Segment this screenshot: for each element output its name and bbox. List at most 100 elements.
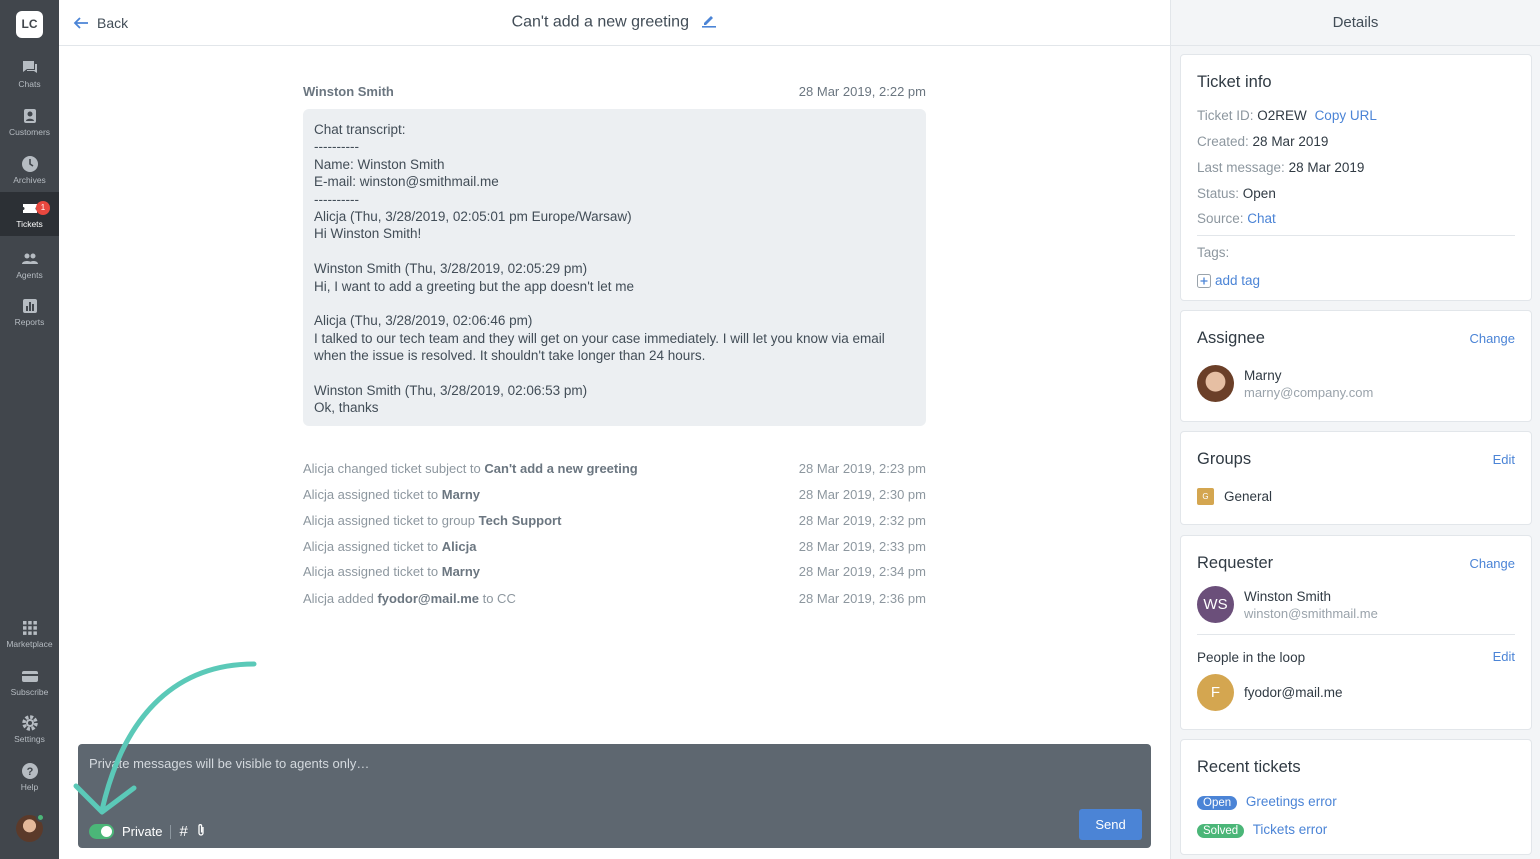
ticket-info-heading: Ticket info (1197, 73, 1272, 91)
change-requester-link[interactable]: Change (1469, 556, 1515, 571)
transcript-line: Winston Smith (Thu, 3/28/2019, 02:05:29 … (314, 261, 588, 277)
recent-ticket-item[interactable]: Open Greetings error (1197, 794, 1337, 810)
source-label: Source: (1197, 211, 1244, 226)
online-status-dot (36, 813, 45, 822)
assignee-email: marny@company.com (1244, 384, 1374, 400)
nav-item-archives[interactable]: Archives (0, 148, 59, 194)
requester-avatar: WS (1197, 586, 1234, 623)
transcript-line: Alicja (Thu, 3/28/2019, 02:06:46 pm) (314, 313, 533, 329)
group-item: G General (1197, 488, 1272, 505)
nav-item-agents[interactable]: Agents (0, 243, 59, 289)
transcript-line: Hi, I want to add a greeting but the app… (314, 278, 635, 294)
nav-label: Tickets (16, 219, 43, 229)
transcript-line: Ok, thanks (314, 400, 379, 416)
card-icon (21, 671, 38, 682)
customers-icon (23, 109, 36, 123)
hashtag-button[interactable]: # (179, 823, 187, 840)
status-value: Open (1242, 186, 1276, 201)
composer-placeholder[interactable]: Private messages will be visible to agen… (89, 756, 369, 771)
event-text-pre: Alicja assigned ticket to (303, 564, 442, 579)
ticket-thread: Winston Smith 28 Mar 2019, 2:22 pm Chat … (59, 46, 1170, 859)
ticket-header: Back Can't add a new greeting (59, 0, 1170, 46)
assignee-person: Marny marny@company.com (1197, 365, 1373, 402)
nav-item-settings[interactable]: Settings (0, 707, 59, 753)
ticket-id-row: Ticket ID: O2REW Copy URL (1197, 108, 1377, 123)
edit-loop-link[interactable]: Edit (1493, 649, 1515, 664)
recent-ticket-title: Tickets error (1252, 822, 1328, 837)
send-button[interactable]: Send (1079, 809, 1142, 840)
people-in-loop-heading: People in the loop (1197, 650, 1306, 665)
recent-tickets-card: Recent tickets Open Greetings error Solv… (1180, 739, 1532, 855)
nav-item-customers[interactable]: Customers (0, 100, 59, 146)
nav-label: Chats (18, 79, 41, 89)
event-text-pre: Alicja assigned ticket to (303, 539, 442, 554)
requester-person: WS Winston Smith winston@smithmail.me (1197, 586, 1378, 623)
change-assignee-link[interactable]: Change (1469, 331, 1515, 346)
message-time: 28 Mar 2019, 2:22 pm (798, 84, 926, 99)
created-value: 28 Mar 2019 (1252, 134, 1329, 149)
ticket-status-badge: Open (1197, 796, 1238, 810)
transcript-line (314, 365, 915, 382)
svg-text:?: ? (26, 766, 33, 778)
nav-item-marketplace[interactable]: Marketplace (0, 612, 59, 658)
nav-item-subscribe[interactable]: Subscribe (0, 660, 59, 706)
pencil-icon (702, 16, 717, 28)
grid-icon (22, 621, 37, 635)
clock-icon (21, 156, 38, 172)
transcript-line: when the issue is resolved. It shouldn't… (314, 348, 706, 364)
nav-label: Settings (14, 734, 45, 744)
recent-ticket-title: Greetings error (1245, 794, 1337, 809)
ticket-info-card: Ticket info Ticket ID: O2REW Copy URL Cr… (1180, 54, 1532, 301)
event-time: 28 Mar 2019, 2:23 pm (798, 461, 926, 476)
transcript-line: Chat transcript: (314, 122, 406, 137)
add-tag-button[interactable]: add tag (1197, 273, 1260, 288)
event-text-bold: fyodor@mail.me (377, 591, 479, 606)
source-chat-link[interactable]: Chat (1247, 211, 1276, 226)
toolbar-divider (170, 824, 172, 839)
help-icon: ? (21, 763, 38, 779)
nav-label: Customers (8, 127, 51, 137)
event-text-bold: Can't add a new greeting (484, 461, 638, 476)
add-tag-label: add tag (1215, 273, 1261, 288)
edit-title-button[interactable] (701, 12, 717, 33)
assignee-card: Assignee Change Marny marny@company.com (1180, 310, 1532, 422)
created-label: Created: (1197, 134, 1249, 149)
private-toggle[interactable] (89, 824, 114, 839)
event-row: Alicja added fyodor@mail.me to CC 28 Mar … (303, 591, 926, 606)
attachment-button[interactable] (196, 823, 206, 840)
reply-composer[interactable]: Private messages will be visible to agen… (78, 744, 1151, 848)
details-panel: Details Ticket info Ticket ID: O2REW Cop… (1170, 0, 1540, 859)
requester-email: winston@smithmail.me (1244, 605, 1378, 621)
copy-url-link[interactable]: Copy URL (1315, 108, 1377, 123)
status-label: Status: (1197, 186, 1240, 201)
event-row: Alicja assigned ticket to Marny 28 Mar 20… (303, 487, 926, 502)
livechat-logo[interactable]: LC (16, 11, 43, 38)
details-title: Details (1171, 0, 1540, 46)
transcript-line (314, 243, 915, 260)
nav-item-help[interactable]: ? Help (0, 755, 59, 801)
composer-toolbar: Private # (89, 823, 206, 840)
tickets-count-badge: 1 (36, 201, 50, 215)
divider (1197, 235, 1515, 236)
transcript-line: Winston Smith (Thu, 3/28/2019, 02:06:53 … (314, 383, 588, 399)
status-row: Status: Open (1197, 186, 1276, 201)
group-badge: G (1197, 488, 1214, 505)
edit-groups-link[interactable]: Edit (1493, 452, 1515, 467)
nav-label: Archives (13, 175, 46, 185)
event-time: 28 Mar 2019, 2:33 pm (798, 539, 926, 554)
tags-label: Tags: (1197, 245, 1230, 260)
loop-avatar: F (1197, 674, 1234, 711)
last-message-row: Last message: 28 Mar 2019 (1197, 160, 1364, 175)
event-row: Alicja assigned ticket to Marny 28 Mar 20… (303, 564, 926, 579)
event-text-post: to CC (478, 591, 516, 606)
page-title: Can't add a new greeting (511, 13, 689, 31)
event-time: 28 Mar 2019, 2:32 pm (798, 513, 926, 528)
message-author: Winston Smith (303, 84, 394, 99)
recent-ticket-item[interactable]: Solved Tickets error (1197, 822, 1327, 838)
nav-item-reports[interactable]: Reports (0, 290, 59, 336)
user-avatar[interactable] (16, 813, 45, 842)
agents-icon (21, 253, 38, 264)
transcript-line: I talked to our tech team and they will … (314, 330, 885, 346)
nav-item-chats[interactable]: Chats (0, 52, 59, 98)
nav-item-tickets[interactable]: 1 Tickets (0, 192, 59, 236)
